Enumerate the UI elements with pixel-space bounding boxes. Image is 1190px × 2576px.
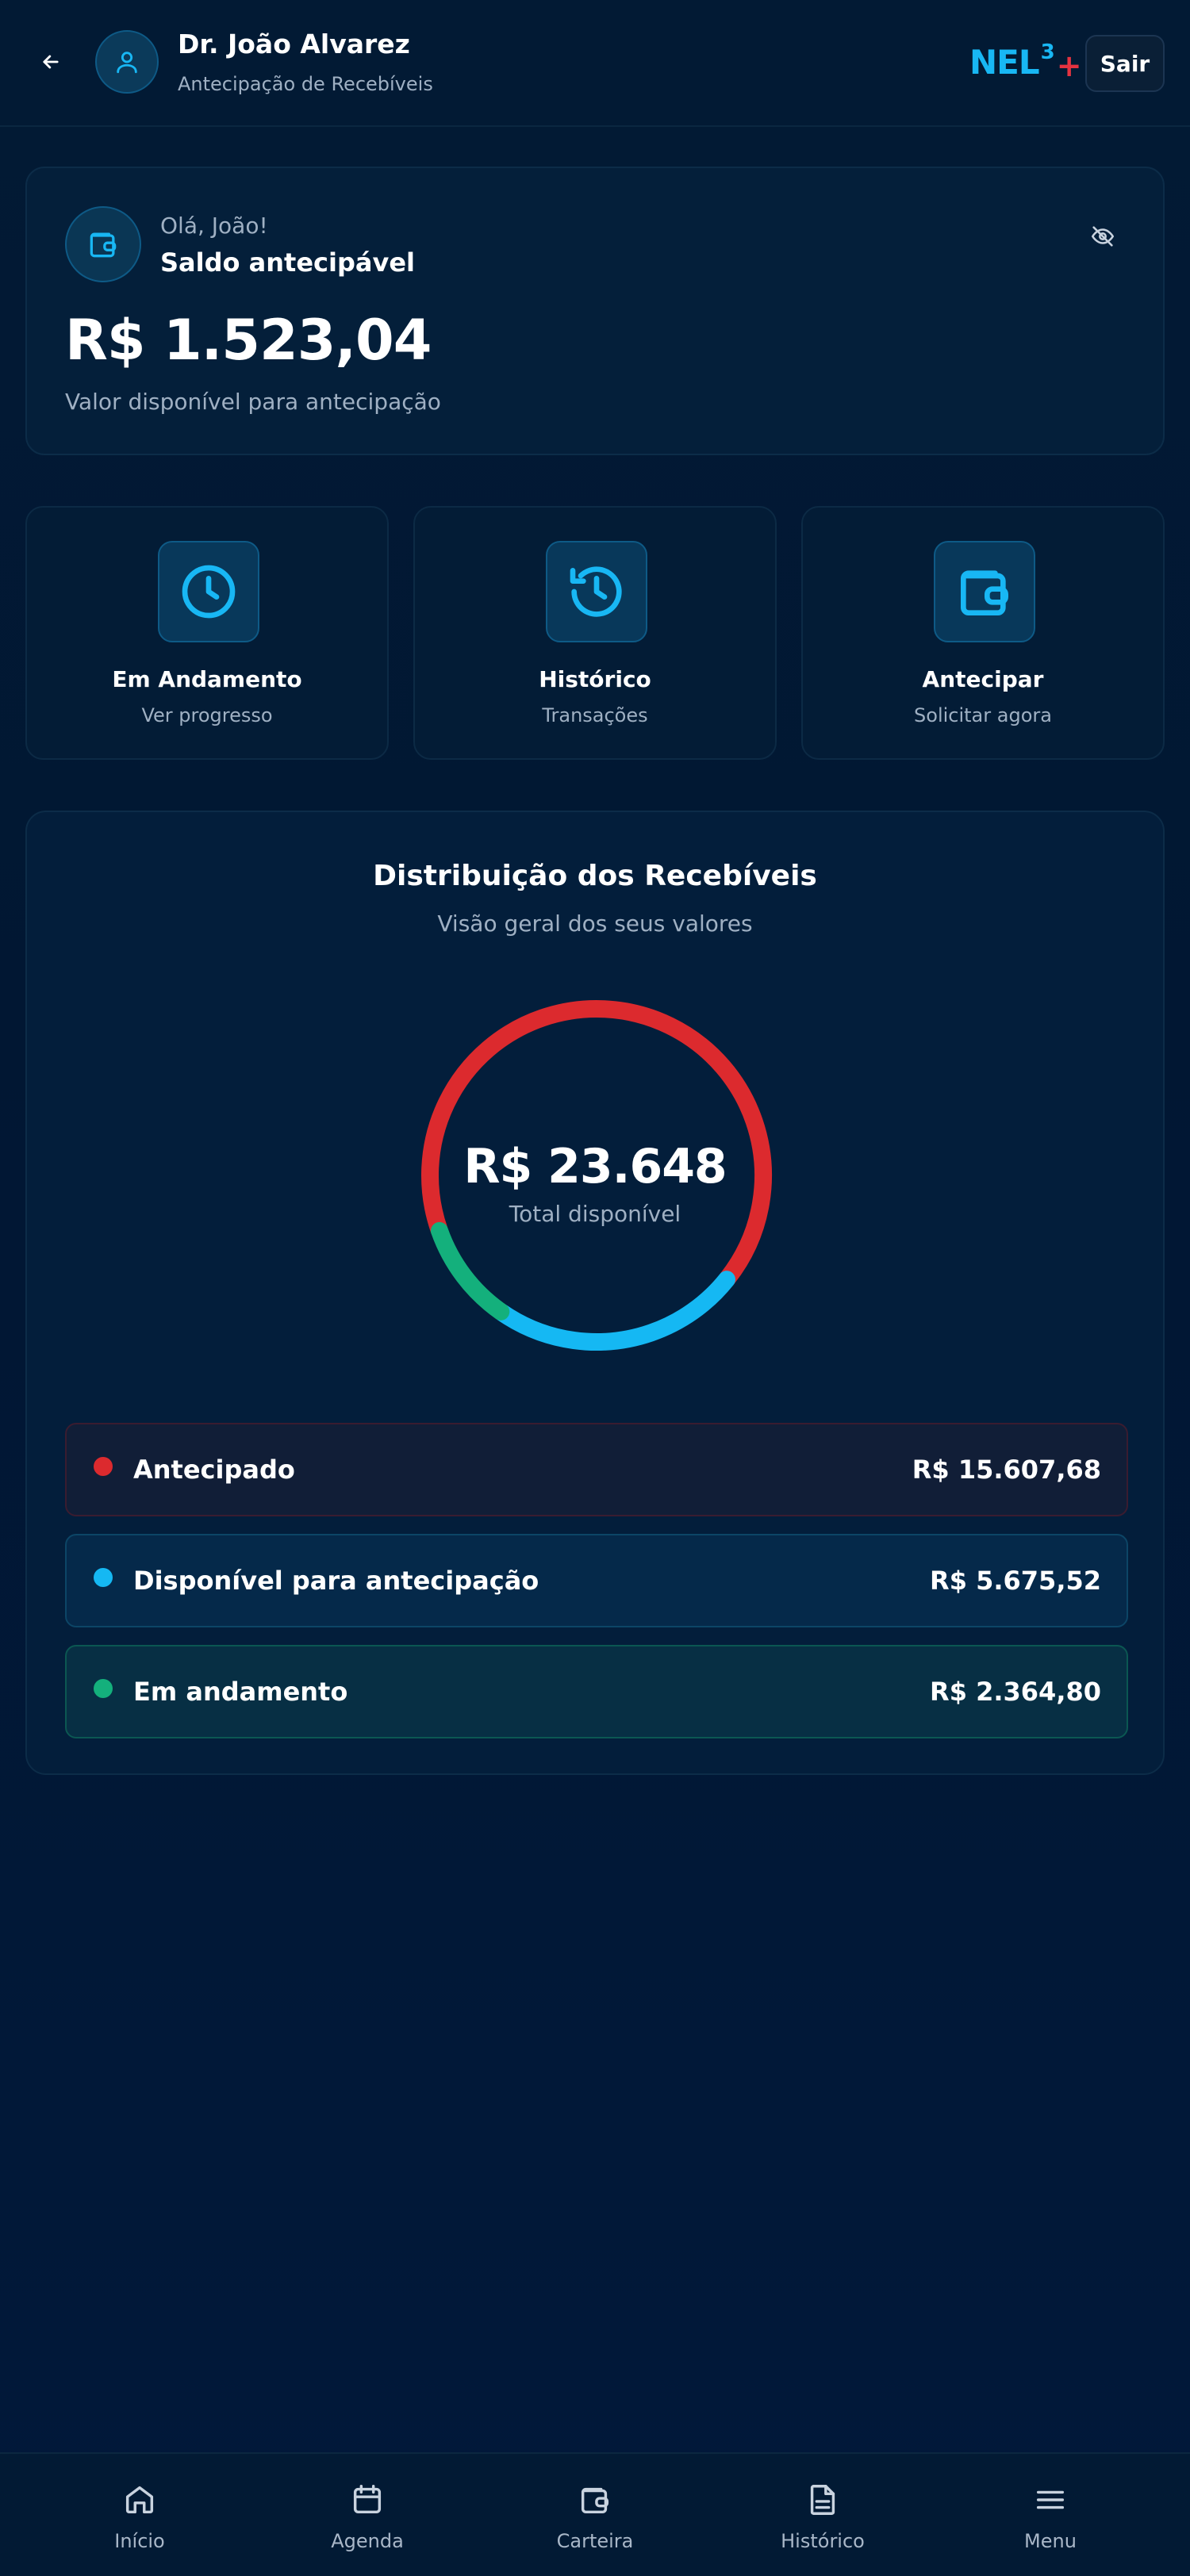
legend-value: R$ 5.675,52 xyxy=(930,1566,1101,1596)
nav-label: Carteira xyxy=(556,2530,634,2552)
legend-label: Disponível para antecipação xyxy=(133,1566,539,1596)
donut-total-value: R$ 23.648 xyxy=(463,1139,727,1194)
avatar[interactable] xyxy=(95,30,159,94)
legend-value: R$ 15.607,68 xyxy=(912,1455,1101,1485)
nav-label: Menu xyxy=(1024,2530,1077,2552)
logo-text: NEL xyxy=(969,43,1040,82)
user-subtitle: Antecipação de Recebíveis xyxy=(178,73,433,95)
balance-wallet-badge xyxy=(65,206,141,282)
legend-dot xyxy=(94,1457,113,1476)
action-card-in-progress[interactable]: Em Andamento Ver progresso xyxy=(25,506,389,760)
nav-item-agenda[interactable]: Agenda xyxy=(288,2454,447,2576)
calendar-icon xyxy=(353,2485,382,2514)
action-icon-box xyxy=(546,541,647,642)
nav-item-wallet[interactable]: Carteira xyxy=(516,2454,674,2576)
nav-label: Início xyxy=(114,2530,165,2552)
distribution-card: Distribuição dos Recebíveis Visão geral … xyxy=(25,811,1165,1775)
legend-label: Antecipado xyxy=(133,1455,295,1485)
arrow-left-icon xyxy=(43,55,59,69)
action-subtitle: Solicitar agora xyxy=(914,704,1052,726)
distribution-title: Distribuição dos Recebíveis xyxy=(373,860,817,892)
legend-row-anticipated[interactable]: Antecipado R$ 15.607,68 xyxy=(65,1423,1128,1516)
distribution-subtitle: Visão geral dos seus valores xyxy=(437,910,753,937)
wallet-icon xyxy=(90,232,117,258)
balance-card: Olá, João! Saldo antecipável R$ 1.523,04… xyxy=(25,167,1165,455)
balance-label: Saldo antecipável xyxy=(160,247,415,278)
action-icon-box xyxy=(158,541,259,642)
action-subtitle: Ver progresso xyxy=(141,704,273,726)
logout-button[interactable]: Sair xyxy=(1085,35,1165,92)
legend-label: Em andamento xyxy=(133,1677,348,1707)
eye-off-icon xyxy=(1091,226,1115,247)
clock-icon xyxy=(182,565,236,619)
legend-value: R$ 2.364,80 xyxy=(930,1677,1101,1707)
wallet-icon xyxy=(961,570,1008,615)
nav-label: Histórico xyxy=(781,2530,865,2552)
action-subtitle: Transações xyxy=(542,704,648,726)
user-icon xyxy=(117,52,137,74)
wallet-icon xyxy=(581,2487,609,2514)
bottom-nav: Início Agenda Carteira Histórico Menu xyxy=(0,2452,1190,2576)
brand-logo: NEL 3 + xyxy=(969,40,1082,83)
legend-dot xyxy=(94,1568,113,1587)
greeting: Olá, João! xyxy=(160,213,268,239)
toggle-visibility-button[interactable] xyxy=(1085,219,1120,254)
user-name: Dr. João Alvarez xyxy=(178,29,410,59)
history-icon xyxy=(570,566,622,617)
nav-label: Agenda xyxy=(331,2530,404,2552)
nav-item-menu[interactable]: Menu xyxy=(971,2454,1130,2576)
menu-icon xyxy=(1036,2490,1065,2509)
action-title: Antecipar xyxy=(922,666,1044,692)
action-title: Histórico xyxy=(539,666,651,692)
donut-total-caption: Total disponível xyxy=(509,1201,681,1227)
logo-superscript: 3 xyxy=(1040,40,1055,64)
home-icon xyxy=(125,2486,154,2514)
legend-row-available[interactable]: Disponível para antecipação R$ 5.675,52 xyxy=(65,1534,1128,1627)
legend-row-in-progress[interactable]: Em andamento R$ 2.364,80 xyxy=(65,1645,1128,1738)
nav-item-home[interactable]: Início xyxy=(60,2454,219,2576)
page: Dr. João Alvarez Antecipação de Recebíve… xyxy=(0,0,1190,2576)
action-title: Em Andamento xyxy=(112,666,302,692)
action-icon-box xyxy=(934,541,1035,642)
balance-caption: Valor disponível para antecipação xyxy=(65,389,441,415)
logo-plus: + xyxy=(1056,48,1082,83)
action-card-history[interactable]: Histórico Transações xyxy=(413,506,777,760)
legend-dot xyxy=(94,1679,113,1698)
document-icon xyxy=(810,2485,835,2515)
header: Dr. João Alvarez Antecipação de Recebíve… xyxy=(0,0,1190,127)
action-card-anticipate[interactable]: Antecipar Solicitar agora xyxy=(801,506,1165,760)
balance-value: R$ 1.523,04 xyxy=(65,308,432,373)
nav-item-history[interactable]: Histórico xyxy=(743,2454,902,2576)
back-button[interactable] xyxy=(35,46,67,78)
